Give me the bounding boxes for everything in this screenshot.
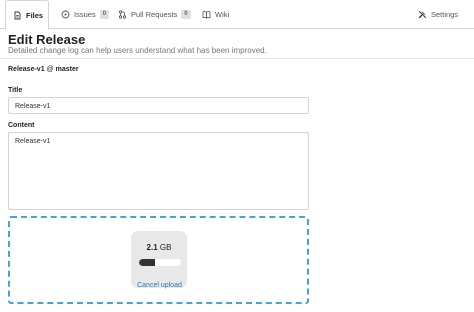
tab-wiki[interactable]: Wiki <box>202 0 229 29</box>
release-branch: master <box>55 66 79 73</box>
issue-icon <box>61 10 70 19</box>
tab-pull-requests[interactable]: Pull Requests 0 <box>118 0 191 29</box>
issues-count-badge: 0 <box>99 10 110 19</box>
file-size-unit: GB <box>159 243 172 252</box>
settings-label: Settings <box>431 10 459 19</box>
attachment-dropzone[interactable]: 2.1 GB Cancel upload <box>8 216 309 304</box>
cancel-upload-link[interactable]: Cancel upload <box>10 282 309 289</box>
at-symbol: @ <box>46 66 54 73</box>
tools-icon <box>418 10 427 19</box>
upload-progress-fill <box>139 259 155 266</box>
file-size: 2.1 GB <box>131 243 187 252</box>
release-target: Release-v1 @ master <box>8 66 79 73</box>
tab-files[interactable]: Files <box>5 0 49 30</box>
page-subtitle: Detailed change log can help users under… <box>8 46 267 55</box>
page-title: Edit Release <box>8 32 86 47</box>
file-icon <box>13 11 22 20</box>
tab-issues-label: Issues <box>74 10 96 19</box>
pull-requests-count-badge: 0 <box>181 10 191 19</box>
content-label: Content <box>8 122 35 129</box>
tab-wiki-label: Wiki <box>215 10 230 19</box>
release-tag: Release-v1 <box>8 66 45 73</box>
pull-request-icon <box>118 10 127 19</box>
tab-files-label: Files <box>26 10 44 20</box>
header-divider <box>0 58 474 59</box>
content-textarea[interactable]: Release-v1 <box>8 132 309 210</box>
file-size-value: 2.1 <box>146 243 158 252</box>
settings-tab[interactable]: Settings <box>418 0 458 29</box>
tab-pull-requests-label: Pull Requests <box>131 10 178 19</box>
book-icon <box>202 10 211 19</box>
title-label: Title <box>8 87 23 94</box>
upload-progress-bar <box>139 259 181 266</box>
upload-preview: 2.1 GB <box>131 231 187 288</box>
tab-issues[interactable]: Issues 0 <box>61 0 110 29</box>
title-input[interactable]: Release-v1 <box>8 97 309 114</box>
repo-tab-bar: Files Issues 0 Pull Requests 0 Wiki Sett… <box>0 0 474 30</box>
